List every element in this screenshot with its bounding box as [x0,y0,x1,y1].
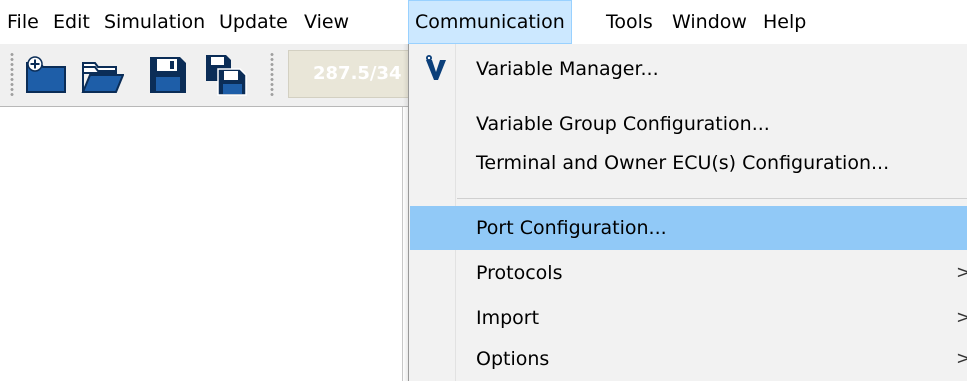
menu-item-variable-group-configuration[interactable]: Variable Group Configuration... [410,102,967,146]
menu-item-terminal-owner-ecu-configuration[interactable]: Terminal and Owner ECU(s) Configuration.… [410,141,967,185]
menu-tools[interactable]: Tools [606,0,653,44]
menu-help[interactable]: Help [763,0,806,44]
menu-item-options[interactable]: Options > [410,337,967,381]
save-all-icon[interactable] [204,53,248,97]
menu-item-variable-manager[interactable]: Variable Manager... [410,47,967,91]
menu-item-label: Protocols [476,262,563,284]
menu-bar: File Edit Simulation Update View Communi… [0,0,967,44]
menu-separator [457,198,967,199]
submenu-arrow-icon: > [956,262,967,283]
app-window: File Edit Simulation Update View Communi… [0,0,967,381]
menu-item-label: Variable Manager... [476,58,659,80]
menu-item-label: Terminal and Owner ECU(s) Configuration.… [476,152,890,174]
menu-item-protocols[interactable]: Protocols > [410,251,967,295]
menu-simulation[interactable]: Simulation [104,0,205,44]
menu-item-import[interactable]: Import > [410,296,967,340]
menu-item-port-configuration[interactable]: Port Configuration... [410,206,967,250]
toolbar-grip[interactable] [10,52,14,96]
save-icon[interactable] [146,53,190,97]
toolbar: 287.5/34 [0,44,412,106]
submenu-arrow-icon: > [956,307,967,328]
menu-window[interactable]: Window [672,0,747,44]
workspace-area[interactable] [0,107,404,381]
variable-manager-icon [422,54,450,82]
menu-item-label: Variable Group Configuration... [476,113,770,135]
menu-edit[interactable]: Edit [53,0,90,44]
open-folder-icon[interactable] [80,53,125,97]
menu-update[interactable]: Update [219,0,288,44]
new-file-icon[interactable] [24,53,68,97]
toolbar-value-field[interactable]: 287.5/34 [288,50,412,98]
submenu-arrow-icon: > [956,348,967,369]
menu-communication[interactable]: Communication [408,0,572,44]
menu-file[interactable]: File [7,0,39,44]
menu-item-label: Import [476,307,540,329]
menu-item-label: Port Configuration... [476,217,667,239]
menu-item-label: Options [476,348,550,370]
communication-dropdown: Variable Manager... Variable Group Confi… [408,44,967,381]
toolbar-grip-2[interactable] [270,52,274,96]
menu-view[interactable]: View [304,0,349,44]
